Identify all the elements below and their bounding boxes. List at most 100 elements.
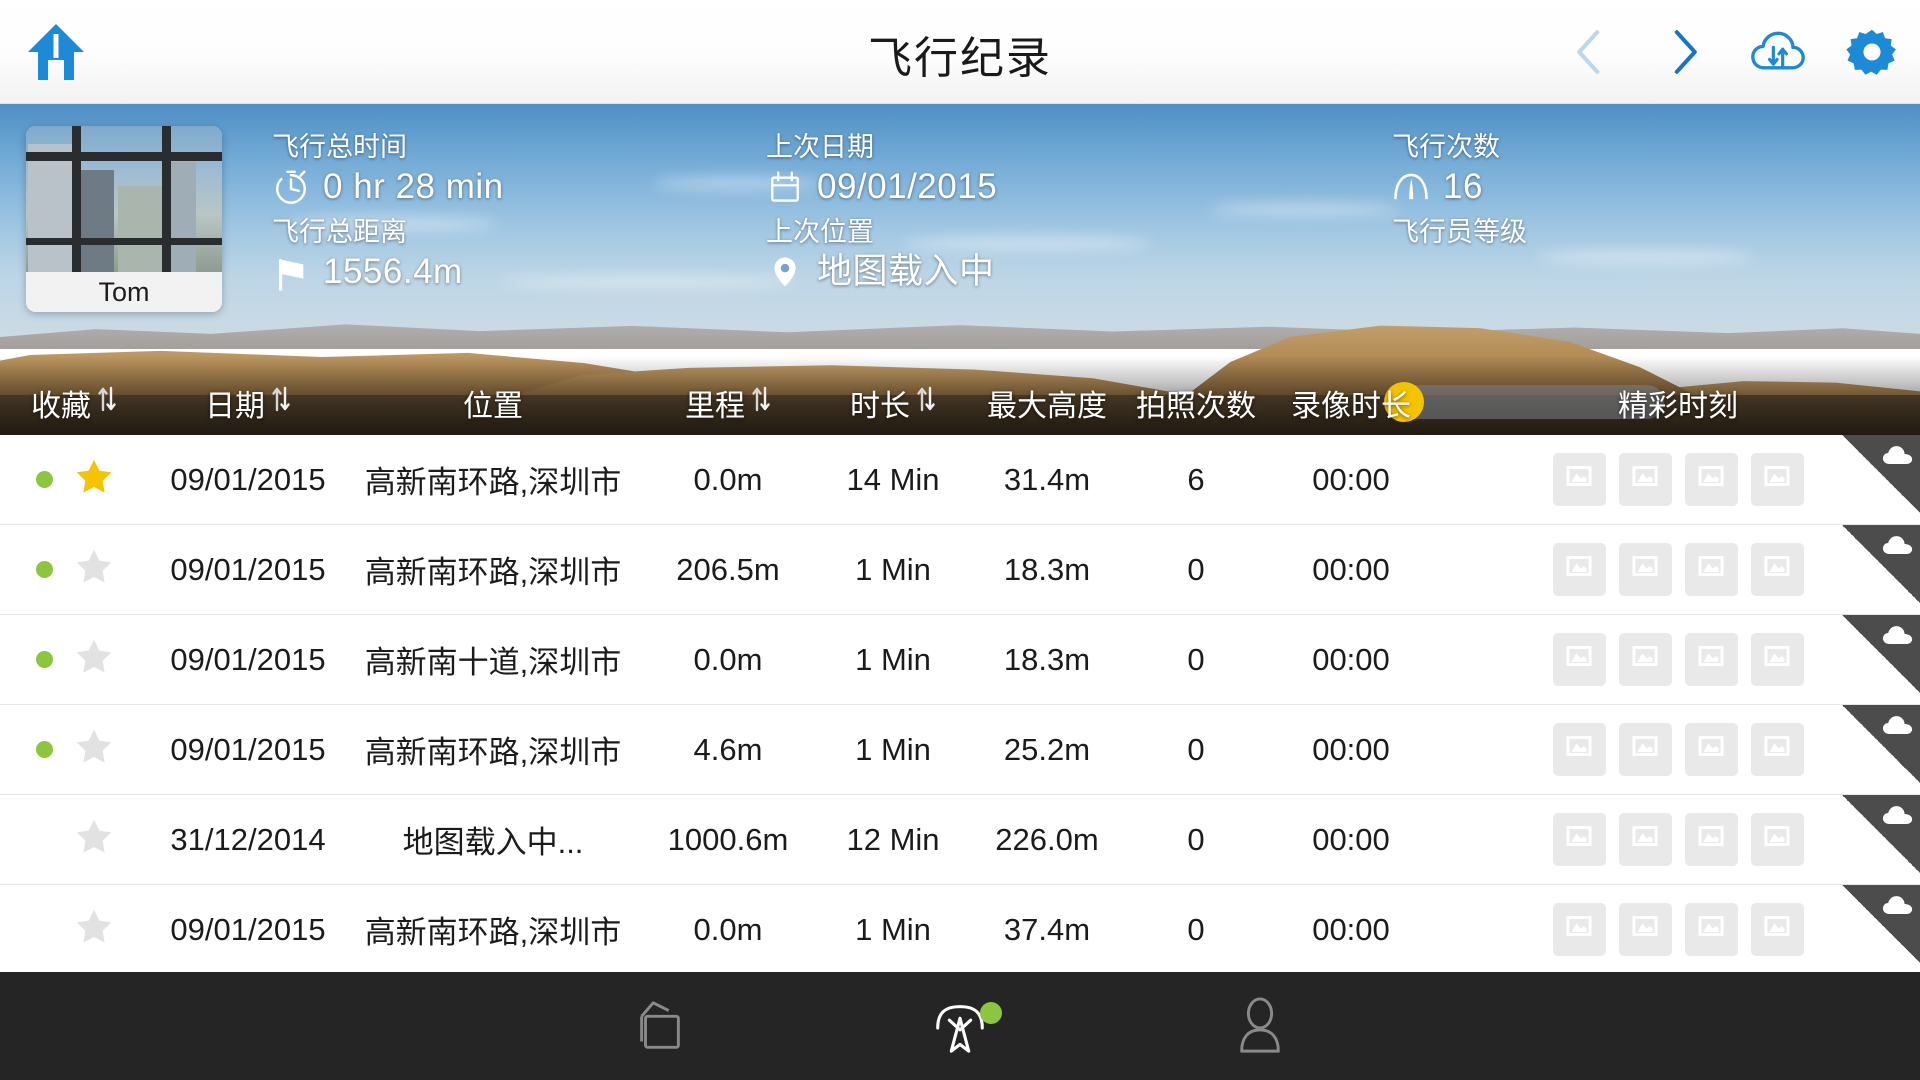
header-actions xyxy=(1562,12,1900,92)
cell-duration: 1 Min xyxy=(818,552,968,588)
stat-label: 上次日期 xyxy=(766,132,997,162)
highlight-thumbnail[interactable] xyxy=(1619,543,1672,596)
column-header-label: 最大高度 xyxy=(987,381,1107,425)
cell-location: 高新南环路,深圳市 xyxy=(348,457,638,502)
table-row[interactable]: 09/01/2015高新南环路,深圳市0.0m1 Min37.4m000:00 xyxy=(0,885,1920,975)
table-row[interactable]: 09/01/2015高新南十道,深圳市0.0m1 Min18.3m000:00 xyxy=(0,615,1920,705)
nav-profile[interactable] xyxy=(1110,972,1410,1080)
avatar-name: Tom xyxy=(26,272,222,312)
gear-icon[interactable] xyxy=(1844,24,1900,80)
column-header-label: 收藏 xyxy=(31,381,91,425)
sync-status-dot xyxy=(36,741,53,758)
highlight-thumbnail[interactable] xyxy=(1553,633,1606,686)
column-header-video-duration: 录像时长 xyxy=(1266,381,1436,425)
cell-photo-count: 0 xyxy=(1126,732,1266,768)
cell-max-altitude: 25.2m xyxy=(968,732,1126,768)
image-placeholder-icon xyxy=(1562,819,1596,861)
avatar[interactable]: Tom xyxy=(26,126,222,312)
highlight-thumbnail[interactable] xyxy=(1751,813,1804,866)
column-header-duration[interactable]: 时长 xyxy=(818,381,968,425)
highlight-thumbnail[interactable] xyxy=(1685,903,1738,956)
stat-last-date: 上次日期 09/01/2015 xyxy=(766,132,997,206)
table-row[interactable]: 09/01/2015高新南环路,深圳市0.0m14 Min31.4m600:00 xyxy=(0,435,1920,525)
highlight-thumbnail[interactable] xyxy=(1685,723,1738,776)
photos-icon xyxy=(626,997,694,1055)
person-icon xyxy=(1231,995,1289,1057)
cell-date: 09/01/2015 xyxy=(148,552,348,588)
highlight-thumbnail[interactable] xyxy=(1751,543,1804,596)
cell-date: 31/12/2014 xyxy=(148,822,348,858)
stat-label: 飞行次数 xyxy=(1392,132,1500,162)
highlight-thumbnail[interactable] xyxy=(1619,633,1672,686)
highlight-thumbnails xyxy=(1553,903,1804,956)
stat-label: 上次位置 xyxy=(766,217,995,247)
sync-status-dot xyxy=(36,561,53,578)
image-placeholder-icon xyxy=(1628,909,1662,951)
nav-gallery[interactable] xyxy=(510,972,810,1080)
highlight-thumbnail[interactable] xyxy=(1553,723,1606,776)
highlight-thumbnail[interactable] xyxy=(1619,903,1672,956)
highlight-thumbnail[interactable] xyxy=(1619,813,1672,866)
favorite-star-icon[interactable] xyxy=(75,637,113,683)
highlight-thumbnail[interactable] xyxy=(1553,453,1606,506)
highlight-thumbnail[interactable] xyxy=(1751,633,1804,686)
cell-date: 09/01/2015 xyxy=(148,732,348,768)
highlight-thumbnail[interactable] xyxy=(1751,723,1804,776)
image-placeholder-icon xyxy=(1562,729,1596,771)
cell-highlights xyxy=(1436,813,1920,866)
favorite-star-icon[interactable] xyxy=(75,457,113,503)
stat-value: 1556.4m xyxy=(323,253,463,291)
stat-value: 0 hr 28 min xyxy=(323,168,504,206)
column-header-label: 位置 xyxy=(463,381,523,425)
stat-label: 飞行总时间 xyxy=(272,132,504,162)
cell-video-duration: 00:00 xyxy=(1266,732,1436,768)
image-placeholder-icon xyxy=(1760,909,1794,951)
column-header-distance[interactable]: 里程 xyxy=(638,381,818,425)
highlight-thumbnail[interactable] xyxy=(1685,453,1738,506)
favorite-star-icon[interactable] xyxy=(75,547,113,593)
favorite-star-icon[interactable] xyxy=(75,817,113,863)
cell-favorite xyxy=(0,727,148,773)
table-row[interactable]: 31/12/2014地图载入中...1000.6m12 Min226.0m000… xyxy=(0,795,1920,885)
highlight-thumbnail[interactable] xyxy=(1751,453,1804,506)
highlight-thumbnail[interactable] xyxy=(1685,543,1738,596)
table-row[interactable]: 09/01/2015高新南环路,深圳市4.6m1 Min25.2m000:00 xyxy=(0,705,1920,795)
cell-distance: 4.6m xyxy=(638,732,818,768)
sort-toggle-icon[interactable] xyxy=(916,384,936,422)
highlight-thumbnail[interactable] xyxy=(1619,453,1672,506)
favorite-star-icon[interactable] xyxy=(75,727,113,773)
image-placeholder-icon xyxy=(1694,909,1728,951)
highlight-thumbnail[interactable] xyxy=(1553,813,1606,866)
cell-location: 高新南环路,深圳市 xyxy=(348,727,638,772)
cell-date: 09/01/2015 xyxy=(148,642,348,678)
favorite-star-icon[interactable] xyxy=(75,907,113,953)
sort-toggle-icon[interactable] xyxy=(271,384,291,422)
image-placeholder-icon xyxy=(1760,819,1794,861)
cell-favorite xyxy=(0,637,148,683)
cloud-sync-icon[interactable] xyxy=(1750,24,1806,80)
stat-last-location: 上次位置 地图载入中 xyxy=(766,217,995,291)
cell-duration: 1 Min xyxy=(818,912,968,948)
highlight-thumbnail[interactable] xyxy=(1619,723,1672,776)
column-header-photo-count: 拍照次数 xyxy=(1126,381,1266,425)
stat-flight-count: 飞行次数 16 xyxy=(1392,132,1500,206)
highlight-thumbnail[interactable] xyxy=(1685,813,1738,866)
sort-toggle-icon[interactable] xyxy=(97,384,117,422)
sort-toggle-icon[interactable] xyxy=(751,384,771,422)
chevron-left-icon[interactable] xyxy=(1562,24,1618,80)
table-row[interactable]: 09/01/2015高新南环路,深圳市206.5m1 Min18.3m000:0… xyxy=(0,525,1920,615)
chevron-right-icon[interactable] xyxy=(1656,24,1712,80)
highlight-thumbnail[interactable] xyxy=(1751,903,1804,956)
column-header-date[interactable]: 日期 xyxy=(148,381,348,425)
highlight-thumbnails xyxy=(1553,453,1804,506)
nav-aircraft[interactable] xyxy=(810,972,1110,1080)
stat-value: 16 xyxy=(1443,168,1483,206)
flight-records-table: 09/01/2015高新南环路,深圳市0.0m14 Min31.4m600:00… xyxy=(0,435,1920,972)
highlight-thumbnail[interactable] xyxy=(1553,543,1606,596)
image-placeholder-icon xyxy=(1628,819,1662,861)
highlight-thumbnail[interactable] xyxy=(1685,633,1738,686)
column-header-favorite[interactable]: 收藏 xyxy=(0,381,148,425)
cell-distance: 206.5m xyxy=(638,552,818,588)
highlight-thumbnail[interactable] xyxy=(1553,903,1606,956)
stat-total-distance: 飞行总距离 1556.4m xyxy=(272,217,463,291)
